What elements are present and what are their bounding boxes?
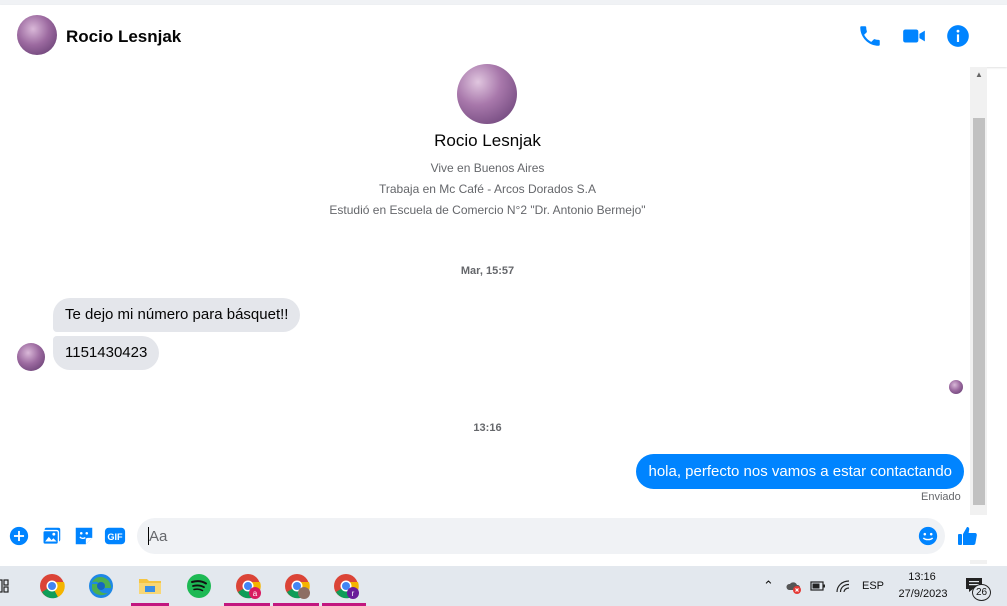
battery-icon[interactable] — [810, 579, 826, 593]
gif-icon[interactable]: GIF — [104, 525, 126, 547]
incoming-message[interactable]: 1151430423 — [53, 336, 160, 370]
clock-date[interactable]: 27/9/2023 — [893, 588, 953, 600]
clock-time[interactable]: 13:16 — [906, 571, 938, 583]
sent-status: Enviado — [921, 491, 961, 503]
emoji-icon[interactable] — [917, 525, 939, 547]
sender-avatar[interactable] — [17, 343, 45, 371]
message-timestamp: 13:16 — [473, 422, 502, 434]
edge-icon[interactable] — [87, 572, 115, 600]
thumbs-up-like-icon[interactable] — [956, 524, 980, 548]
profile-works: Trabaja en Mc Café - Arcos Dorados S.A — [379, 182, 596, 196]
chrome-profile-r-icon[interactable]: r — [332, 572, 360, 600]
chrome-profile-a-icon[interactable]: a — [234, 572, 262, 600]
video-camera-icon[interactable] — [901, 23, 927, 49]
chrome-profile-photo-icon[interactable] — [283, 572, 311, 600]
photo-gallery-icon[interactable] — [41, 525, 63, 547]
info-icon[interactable] — [945, 23, 971, 49]
profile-avatar[interactable] — [457, 64, 517, 124]
message-timestamp: Mar, 15:57 — [460, 265, 515, 277]
seen-indicator-avatar — [949, 380, 963, 394]
spotify-icon[interactable] — [185, 572, 213, 600]
sticker-icon[interactable] — [73, 525, 95, 547]
wifi-icon[interactable] — [835, 579, 851, 593]
tray-chevron-up-icon[interactable]: ⌃ — [763, 578, 774, 594]
contact-name[interactable]: Rocio Lesnjak — [66, 27, 181, 47]
chrome-icon[interactable] — [38, 572, 66, 600]
message-input-box[interactable] — [137, 518, 945, 554]
file-explorer-icon[interactable] — [136, 572, 164, 600]
profile-lives: Vive en Buenos Aires — [430, 161, 545, 175]
add-plus-icon[interactable] — [8, 525, 30, 547]
profile-studied: Estudió en Escuela de Comercio N°2 "Dr. … — [329, 203, 646, 217]
onedrive-error-icon[interactable] — [786, 579, 802, 595]
notification-count-badge: 26 — [972, 584, 991, 601]
message-input[interactable] — [149, 518, 909, 554]
incoming-message[interactable]: Te dejo mi número para básquet!! — [53, 298, 301, 332]
text-caret — [148, 527, 149, 545]
windows-taskbar: a r ⌃ ESP 13:16 27/9/2023 26 — [0, 566, 1007, 606]
scroll-up-arrow-icon[interactable]: ▲ — [973, 70, 985, 80]
contact-avatar[interactable] — [17, 15, 57, 55]
profile-name: Rocio Lesnjak — [434, 131, 541, 150]
phone-icon[interactable] — [857, 23, 883, 49]
svg-text:GIF: GIF — [107, 532, 123, 542]
svg-text:r: r — [352, 589, 355, 598]
outgoing-message[interactable]: hola, perfecto nos vamos a estar contact… — [636, 454, 964, 489]
svg-text:a: a — [253, 589, 258, 598]
scrollbar-thumb[interactable] — [973, 118, 985, 505]
chat-header: Rocio Lesnjak — [0, 5, 1007, 67]
task-view-icon[interactable] — [0, 579, 9, 593]
language-indicator[interactable]: ESP — [862, 580, 884, 592]
